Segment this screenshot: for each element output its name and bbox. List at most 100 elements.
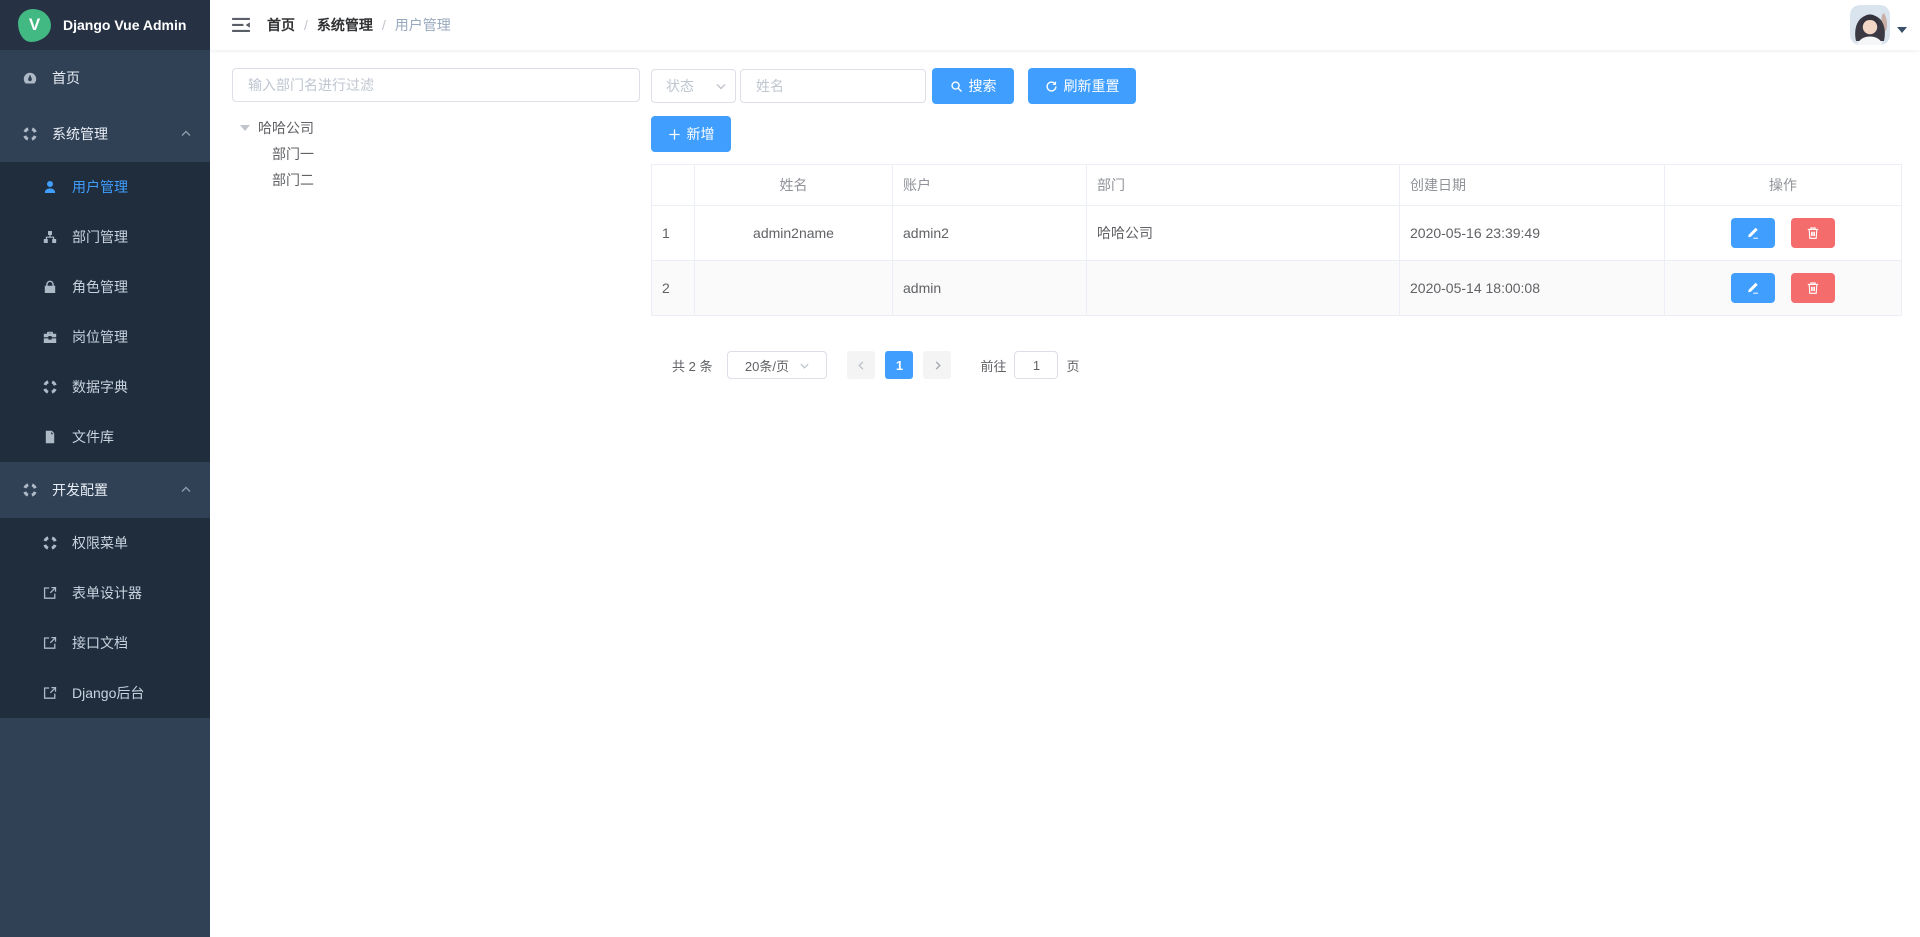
sidebar-item-permission-menu[interactable]: 权限菜单	[0, 518, 210, 568]
submenu-system: 用户管理 部门管理 角色管理 岗位管理	[0, 162, 210, 462]
refresh-reset-button-label: 刷新重置	[1064, 76, 1120, 96]
delete-button[interactable]	[1791, 273, 1835, 303]
sidebar-item-label: 接口文档	[72, 633, 128, 653]
sidebar-item-label: 首页	[52, 68, 80, 88]
status-select-placeholder: 状态	[666, 76, 707, 96]
sidebar-item-roles[interactable]: 角色管理	[0, 262, 210, 312]
cell-dept	[1087, 261, 1400, 316]
status-select[interactable]: 状态	[651, 69, 736, 103]
sidebar-item-label: 表单设计器	[72, 583, 142, 603]
external-link-icon	[42, 685, 58, 701]
table-header-row: 姓名 账户 部门 创建日期 操作	[652, 165, 1902, 206]
breadcrumb-home[interactable]: 首页	[267, 15, 295, 35]
submenu-devconfig: 权限菜单 表单设计器 接口文档 Django后台	[0, 518, 210, 718]
column-header-index	[652, 165, 695, 206]
breadcrumb-separator: /	[304, 17, 308, 33]
sidebar-item-users[interactable]: 用户管理	[0, 162, 210, 212]
refresh-icon	[1045, 80, 1058, 93]
sidebar-item-label: 数据字典	[72, 377, 128, 397]
dept-filter-input[interactable]	[232, 68, 640, 102]
user-panel: 状态 搜索 刷新重置 新增 姓名	[651, 68, 1902, 937]
department-panel: 哈哈公司 部门一 部门二	[232, 68, 640, 937]
pagination: 共 2 条 20条/页 1 前往 页	[651, 351, 1902, 379]
sidebar-item-label: 文件库	[72, 427, 114, 447]
search-button-label: 搜索	[969, 76, 997, 96]
refresh-reset-button[interactable]: 刷新重置	[1028, 68, 1136, 104]
component-icon	[42, 379, 58, 395]
tree-node-label: 哈哈公司	[258, 118, 314, 138]
search-icon	[950, 80, 963, 93]
column-header-account: 账户	[893, 165, 1087, 206]
breadcrumb-system[interactable]: 系统管理	[317, 15, 373, 35]
cell-created: 2020-05-14 18:00:08	[1400, 261, 1665, 316]
sidebar: V Django Vue Admin 首页 系统管理 用户管理	[0, 0, 210, 937]
goto-page-input[interactable]	[1014, 351, 1058, 379]
sidebar-item-label: 部门管理	[72, 227, 128, 247]
avatar[interactable]	[1850, 5, 1890, 45]
column-header-created: 创建日期	[1400, 165, 1665, 206]
sidebar-item-label: 用户管理	[72, 177, 128, 197]
cell-actions	[1665, 206, 1902, 261]
pagination-goto: 前往 页	[980, 351, 1079, 379]
sidebar-item-form-designer[interactable]: 表单设计器	[0, 568, 210, 618]
logo-letter: V	[29, 15, 40, 35]
page-number-button[interactable]: 1	[885, 351, 913, 379]
cell-index: 2	[652, 261, 695, 316]
prev-page-button[interactable]	[847, 351, 875, 379]
hamburger-icon[interactable]	[210, 16, 267, 34]
sidebar-item-files[interactable]: 文件库	[0, 412, 210, 462]
tree-node-child[interactable]: 部门二	[232, 167, 640, 193]
chevron-up-icon	[180, 128, 192, 140]
sidebar-item-label: 岗位管理	[72, 327, 128, 347]
cell-name: admin2name	[695, 206, 893, 261]
search-button[interactable]: 搜索	[932, 68, 1014, 104]
cell-dept: 哈哈公司	[1087, 206, 1400, 261]
caret-down-icon[interactable]	[1897, 27, 1907, 33]
edit-button[interactable]	[1731, 273, 1775, 303]
component-icon	[42, 535, 58, 551]
tree-node-child[interactable]: 部门一	[232, 141, 640, 167]
user-icon	[42, 179, 58, 195]
tree-node-root[interactable]: 哈哈公司	[232, 115, 640, 141]
column-header-name: 姓名	[695, 165, 893, 206]
add-button[interactable]: 新增	[651, 116, 731, 152]
page-size-select[interactable]: 20条/页	[727, 351, 827, 379]
pager: 1	[847, 351, 951, 379]
dashboard-icon	[22, 70, 38, 86]
main-content: 哈哈公司 部门一 部门二 状态 搜索 刷新重置	[210, 50, 1920, 937]
edit-icon	[1746, 226, 1760, 240]
sidebar-item-api-docs[interactable]: 接口文档	[0, 618, 210, 668]
briefcase-icon	[42, 329, 58, 345]
sidebar-item-positions[interactable]: 岗位管理	[0, 312, 210, 362]
sidebar-menu: 首页 系统管理 用户管理 部门管理	[0, 50, 210, 718]
sitemap-icon	[42, 229, 58, 245]
chevron-left-icon	[856, 360, 867, 371]
chevron-up-icon	[180, 484, 192, 496]
cell-index: 1	[652, 206, 695, 261]
edit-button[interactable]	[1731, 218, 1775, 248]
sidebar-item-label: 开发配置	[52, 480, 108, 500]
name-input[interactable]	[740, 69, 926, 103]
sidebar-item-departments[interactable]: 部门管理	[0, 212, 210, 262]
add-button-label: 新增	[687, 124, 715, 144]
toolbar: 新增	[651, 116, 1902, 152]
external-link-icon	[42, 585, 58, 601]
sidebar-item-system[interactable]: 系统管理	[0, 106, 210, 162]
caret-down-icon[interactable]	[240, 125, 250, 131]
delete-button[interactable]	[1791, 218, 1835, 248]
external-link-icon	[42, 635, 58, 651]
sidebar-item-django-admin[interactable]: Django后台	[0, 668, 210, 718]
table-row: 2 admin 2020-05-14 18:00:08	[652, 261, 1902, 316]
sidebar-item-label: 系统管理	[52, 124, 108, 144]
sidebar-item-home[interactable]: 首页	[0, 50, 210, 106]
user-menu[interactable]	[1850, 5, 1920, 45]
next-page-button[interactable]	[923, 351, 951, 379]
cell-account: admin2	[893, 206, 1087, 261]
lock-icon	[42, 279, 58, 295]
sidebar-item-label: 权限菜单	[72, 533, 128, 553]
app-logo[interactable]: V Django Vue Admin	[0, 0, 210, 50]
plus-icon	[668, 128, 681, 141]
sidebar-item-devconfig[interactable]: 开发配置	[0, 462, 210, 518]
navbar: 首页 / 系统管理 / 用户管理	[210, 0, 1920, 50]
sidebar-item-dictionary[interactable]: 数据字典	[0, 362, 210, 412]
